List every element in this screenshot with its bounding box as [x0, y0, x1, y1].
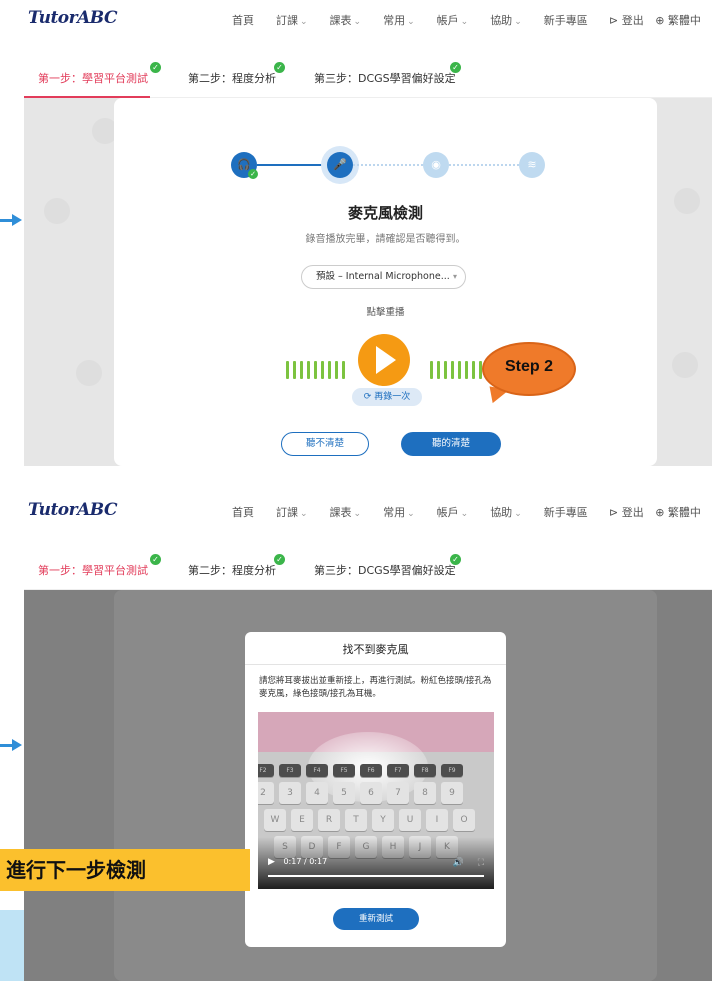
check-icon: ✓: [150, 62, 161, 73]
play-icon: [376, 346, 396, 374]
step-tabs: 第一步：學習平台測試 ✓ 第二步：程度分析 ✓ 第三步：DCGS學習偏好設定 ✓: [24, 58, 712, 98]
nav-item-schedule[interactable]: 課表 ⌄: [330, 12, 362, 28]
nav-item-book[interactable]: 訂課 ⌄: [276, 504, 308, 520]
tab-step-3[interactable]: 第三步：DCGS學習偏好設定 ✓: [314, 62, 461, 86]
cant-hear-button[interactable]: 聽不清楚: [281, 432, 369, 456]
logout-link[interactable]: ⊳ 登出: [609, 506, 644, 519]
check-icon: ✓: [274, 554, 285, 565]
volume-bars-left: [286, 361, 345, 379]
play-icon[interactable]: ▶: [268, 857, 275, 867]
replay-label: 點擊重播: [366, 307, 405, 318]
fullscreen-icon[interactable]: ⛶: [478, 858, 484, 868]
device-progress: 🎧 ✓ 🎤 ◉ ≋: [231, 150, 561, 190]
logout-link[interactable]: ⊳ 登出: [609, 14, 644, 27]
nav-item-newbie[interactable]: 新手專區: [544, 504, 588, 520]
microphone-select[interactable]: 預設 – Internal Microphone... ▾: [301, 265, 466, 289]
nav-item-help[interactable]: 協助 ⌄: [490, 504, 522, 520]
tab-step-2[interactable]: 第二步：程度分析 ✓: [188, 554, 285, 578]
step-callout: Step 2: [482, 342, 576, 406]
tab-step-1[interactable]: 第一步：學習平台測試 ✓: [38, 62, 161, 86]
dialog-message: 請您將耳麥拔出並重新接上，再進行測試。粉紅色接頭/接孔為麥克風，綠色接頭/接孔為…: [259, 676, 492, 699]
chevron-down-icon: ⌄: [514, 509, 522, 519]
tab-step-2[interactable]: 第二步：程度分析 ✓: [188, 62, 285, 86]
no-mic-dialog: 找不到麥克風 請您將耳麥拔出並重新接上，再進行測試。粉紅色接頭/接孔為麥克風，綠…: [245, 632, 506, 947]
mic-test-subtitle: 錄音播放完畢，請確認是否聽得到。: [305, 234, 466, 245]
mic-test-title: 麥克風檢測: [347, 204, 423, 222]
nav-item-home[interactable]: 首頁: [232, 504, 254, 520]
tutorial-page: TutorABC 首頁 訂課 ⌄ 課表 ⌄ 常用 ⌄ 帳戶 ⌄ 協助 ⌄ 新手專區 ⊳ 登…: [0, 0, 712, 981]
video-time: 0:17 / 0:17: [283, 857, 328, 866]
volume-icon[interactable]: 🔊: [453, 858, 464, 868]
microphone-icon: 🎤: [327, 152, 353, 178]
chevron-down-icon: ⌄: [353, 17, 362, 27]
arrow-right-icon: [0, 738, 24, 752]
test-workspace: 🎧 ✓ 🎤 ◉ ≋ 麥克風檢測 錄音播放完畢，請確認是否聽得到。 預設 – In…: [24, 98, 712, 466]
headset-icon: [674, 188, 700, 214]
play-button[interactable]: [358, 334, 410, 386]
mic-test-card: 🎧 ✓ 🎤 ◉ ≋ 麥克風檢測 錄音播放完畢，請確認是否聽得到。 預設 – In…: [114, 98, 657, 466]
divider: [245, 664, 506, 665]
retry-button[interactable]: 重新測試: [333, 908, 419, 930]
dialog-title: 找不到麥克風: [342, 643, 409, 656]
check-icon: ✓: [450, 554, 461, 565]
nav-menu: 首頁 訂課 ⌄ 課表 ⌄ 常用 ⌄ 帳戶 ⌄ 協助 ⌄ 新手專區: [232, 12, 610, 28]
rerecord-button[interactable]: ⟳ 再錄一次: [352, 388, 422, 406]
camera-icon: ◉: [423, 152, 449, 178]
nav-item-help[interactable]: 協助 ⌄: [490, 12, 522, 28]
video-progress-bar[interactable]: [268, 875, 484, 877]
tutorial-video[interactable]: F2F3F4F5F6F7F8F9 23456789 WERTYUIO SDFGH…: [258, 712, 494, 889]
video-controls: ▶ 0:17 / 0:17: [268, 857, 327, 867]
arrow-right-icon: [0, 213, 24, 227]
tab-step-1[interactable]: 第一步：學習平台測試 ✓: [38, 554, 161, 578]
chevron-down-icon: ⌄: [514, 17, 522, 27]
check-icon: ✓: [450, 62, 461, 73]
nav-right: ⊳ 登出 ⊕ 繁體中: [609, 504, 709, 520]
top-nav: TutorABC 首頁 訂課 ⌄ 課表 ⌄ 常用 ⌄ 帳戶 ⌄ 協助 ⌄ 新手專區 ⊳ 登…: [24, 492, 712, 532]
nav-item-account[interactable]: 帳戶 ⌄: [437, 504, 469, 520]
screenshot-mic-test: TutorABC 首頁 訂課 ⌄ 課表 ⌄ 常用 ⌄ 帳戶 ⌄ 協助 ⌄ 新手專區 ⊳ 登…: [24, 0, 712, 466]
nav-item-home[interactable]: 首頁: [232, 12, 254, 28]
chevron-down-icon: ⌄: [460, 509, 469, 519]
volume-bars-right: [430, 361, 489, 379]
check-icon: ✓: [274, 62, 285, 73]
chevron-down-icon: ⌄: [407, 17, 415, 27]
language-selector[interactable]: ⊕ 繁體中: [655, 14, 701, 27]
nav-item-account[interactable]: 帳戶 ⌄: [437, 12, 469, 28]
chevron-down-icon: ⌄: [300, 509, 308, 519]
microphone-icon: [672, 352, 698, 378]
nav-right: ⊳ 登出 ⊕ 繁體中: [609, 12, 709, 28]
brand-logo[interactable]: TutorABC: [28, 500, 118, 520]
chevron-down-icon: ⌄: [460, 17, 469, 27]
screenshot-no-mic: TutorABC 首頁 訂課 ⌄ 課表 ⌄ 常用 ⌄ 帳戶 ⌄ 協助 ⌄ 新手專區 ⊳ 登…: [24, 492, 712, 981]
callout-text: Step 2: [504, 358, 553, 375]
monitor-icon: [76, 360, 102, 386]
microphone-icon: [44, 198, 70, 224]
chevron-down-icon: ▾: [452, 272, 457, 281]
brand-logo[interactable]: TutorABC: [28, 8, 118, 28]
check-icon: ✓: [248, 169, 258, 179]
nav-item-common[interactable]: 常用 ⌄: [383, 504, 415, 520]
wifi-icon: ≋: [519, 152, 545, 178]
language-selector[interactable]: ⊕ 繁體中: [655, 506, 701, 519]
chevron-down-icon: ⌄: [300, 17, 308, 27]
tab-step-3[interactable]: 第三步：DCGS學習偏好設定 ✓: [314, 554, 461, 578]
top-nav: TutorABC 首頁 訂課 ⌄ 課表 ⌄ 常用 ⌄ 帳戶 ⌄ 協助 ⌄ 新手專區 ⊳ 登…: [24, 0, 712, 40]
next-step-banner: 進行下一步檢測: [0, 849, 250, 891]
nav-menu: 首頁 訂課 ⌄ 課表 ⌄ 常用 ⌄ 帳戶 ⌄ 協助 ⌄ 新手專區: [232, 504, 610, 520]
nav-item-book[interactable]: 訂課 ⌄: [276, 12, 308, 28]
chevron-down-icon: ⌄: [407, 509, 415, 519]
nav-item-common[interactable]: 常用 ⌄: [383, 12, 415, 28]
nav-item-schedule[interactable]: 課表 ⌄: [330, 504, 362, 520]
chevron-down-icon: ⌄: [353, 509, 362, 519]
nav-item-newbie[interactable]: 新手專區: [544, 12, 588, 28]
can-hear-button[interactable]: 聽的清楚: [401, 432, 501, 456]
check-icon: ✓: [150, 554, 161, 565]
decorative-splash: [0, 910, 24, 981]
step-tabs: 第一步：學習平台測試 ✓ 第二步：程度分析 ✓ 第三步：DCGS學習偏好設定 ✓: [24, 550, 712, 590]
